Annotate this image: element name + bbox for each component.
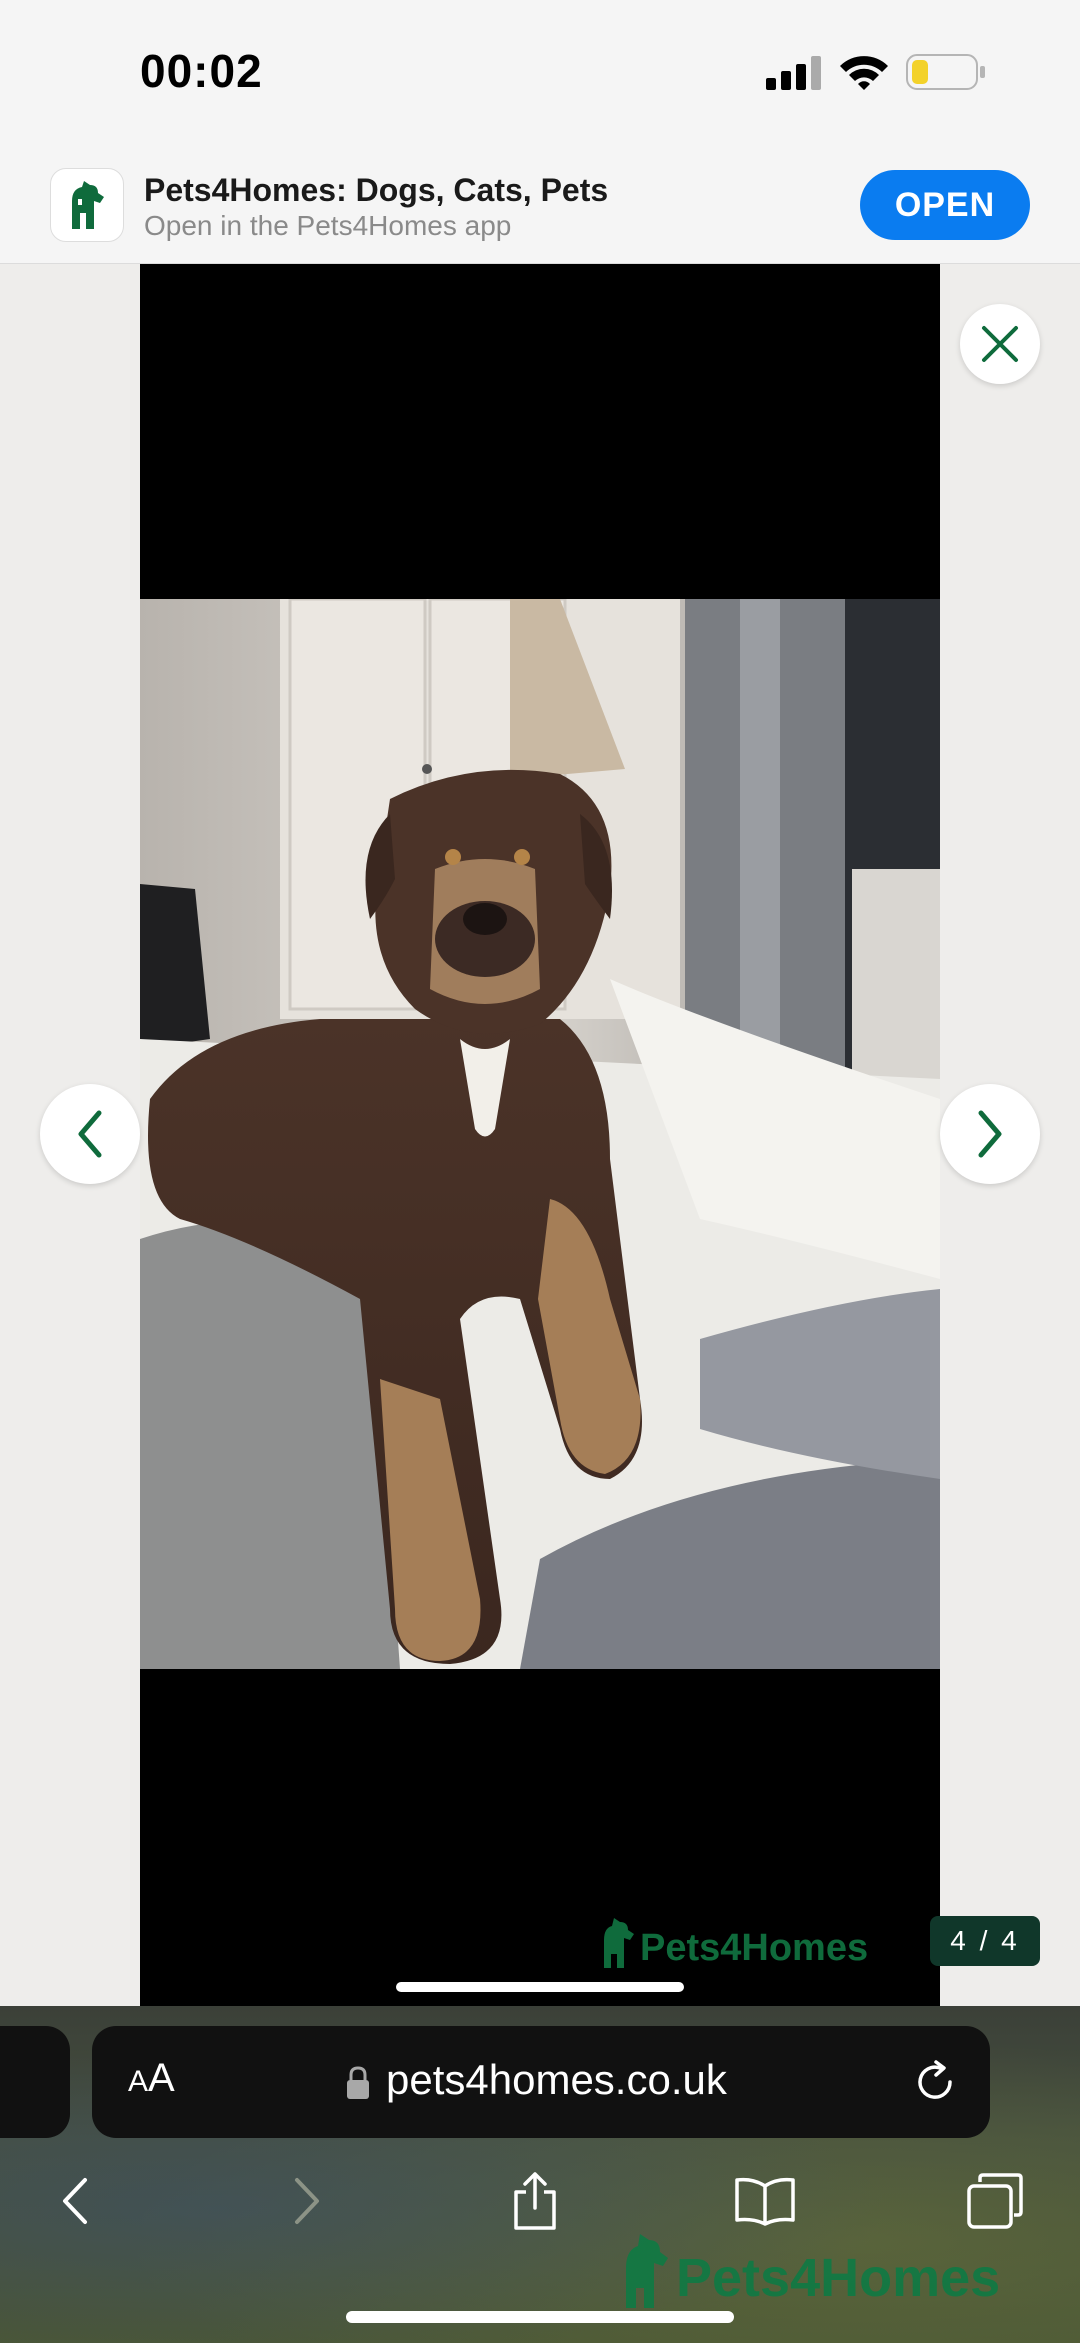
pets4homes-page-logo: Pets4Homes	[626, 2234, 1000, 2308]
chevron-left-icon	[78, 1110, 102, 1158]
text-size-big-a: A	[148, 2056, 175, 2100]
app-banner-title: Pets4Homes: Dogs, Cats, Pets	[144, 172, 609, 208]
brown-dog-lying-on-bed-photo	[140, 599, 940, 1669]
close-icon	[982, 326, 1018, 362]
page-logo-text: Pets4Homes	[676, 2248, 1000, 2308]
wifi-icon	[840, 56, 888, 90]
close-gallery-button[interactable]	[960, 304, 1040, 384]
previous-photo-button[interactable]	[40, 1084, 140, 1184]
pets4homes-app-icon	[50, 168, 124, 242]
open-app-button[interactable]: OPEN	[860, 170, 1030, 240]
home-indicator[interactable]	[346, 2311, 734, 2323]
text-size-small-a: A	[128, 2065, 149, 2098]
photo-frame: Pets4Homes	[140, 264, 940, 2006]
watermark-text: Pets4Homes	[640, 1927, 868, 1969]
text-size-button[interactable]: AA	[128, 2056, 175, 2101]
status-time: 00:02	[140, 45, 263, 97]
chevron-right-icon	[978, 1110, 1002, 1158]
bookmarks-icon	[735, 2177, 795, 2226]
back-icon	[63, 2178, 87, 2224]
share-button[interactable]	[500, 2166, 570, 2236]
battery-low-icon	[906, 54, 985, 90]
next-photo-button[interactable]	[940, 1084, 1040, 1184]
tabs-icon	[967, 2173, 1023, 2229]
photo-gallery: Pets4Homes 4 / 4	[0, 264, 1080, 2006]
previous-tab-preview[interactable]	[0, 2026, 70, 2138]
back-button[interactable]	[40, 2166, 110, 2236]
browser-toolbar: AA pets4homes.co.uk Pets4Homes	[0, 2006, 1080, 2343]
status-bar: 00:02	[0, 0, 1080, 150]
address-bar[interactable]: AA pets4homes.co.uk	[92, 2026, 990, 2138]
cellular-signal-icon	[766, 56, 821, 90]
app-banner-subtitle: Open in the Pets4Homes app	[144, 210, 512, 241]
bookmarks-button[interactable]	[730, 2166, 800, 2236]
forward-button[interactable]	[272, 2166, 342, 2236]
reload-icon[interactable]	[910, 2058, 960, 2108]
sheet-grabber[interactable]	[396, 1982, 684, 1992]
smart-app-banner: Pets4Homes: Dogs, Cats, Pets Open in the…	[0, 150, 1080, 264]
url-text: pets4homes.co.uk	[386, 2056, 727, 2103]
pets4homes-watermark: Pets4Homes	[604, 1918, 868, 1969]
photo-counter: 4 / 4	[930, 1916, 1040, 1966]
tabs-button[interactable]	[960, 2166, 1030, 2236]
forward-icon	[295, 2178, 319, 2224]
lock-icon	[347, 2066, 369, 2099]
share-icon	[514, 2172, 556, 2230]
